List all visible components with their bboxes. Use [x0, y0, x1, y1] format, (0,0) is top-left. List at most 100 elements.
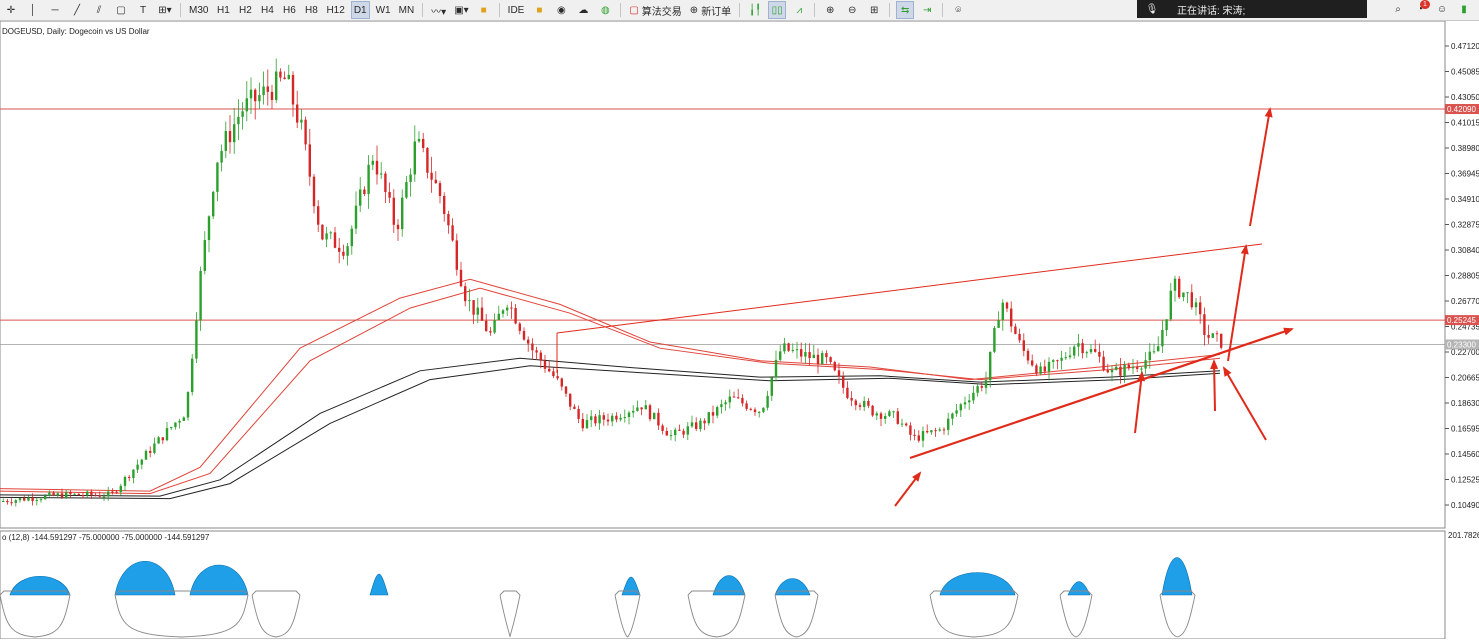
candle-body	[1178, 278, 1181, 298]
candle-body	[648, 405, 652, 420]
rectangle-icon[interactable]: ▢	[112, 1, 130, 19]
timeframe-mn[interactable]: MN	[397, 1, 417, 19]
candle-body	[749, 408, 752, 410]
support-touch-arrow[interactable]	[1210, 359, 1219, 412]
timeframe-w1[interactable]: W1	[374, 1, 393, 19]
candle-body	[833, 362, 836, 371]
candle-body	[23, 498, 26, 501]
candle-body	[249, 89, 253, 99]
candle-body	[283, 77, 286, 80]
candle-body	[1110, 369, 1114, 373]
candle-body	[674, 429, 677, 436]
chart-window[interactable]: DOGEUSD, Daily: Dogecoin vs US Dollar 0.…	[0, 20, 1479, 640]
timeframe-h6[interactable]: H6	[280, 1, 298, 19]
cloud-icon[interactable]: ☁	[574, 1, 592, 19]
candle-body	[594, 416, 597, 424]
trendline-icon[interactable]: ╱	[68, 1, 86, 19]
templates-menu-icon[interactable]: ▣▾	[452, 1, 470, 19]
candle-body	[312, 176, 316, 207]
indicators-menu-icon[interactable]: 〰▾	[429, 1, 448, 19]
zoom-out-icon[interactable]: ⊖	[843, 1, 861, 19]
timeframe-h2[interactable]: H2	[236, 1, 254, 19]
zoom-in-icon[interactable]: ⊕	[821, 1, 839, 19]
timeframe-h1[interactable]: H1	[214, 1, 232, 19]
screenshot-icon[interactable]: ⌾	[949, 1, 967, 19]
timeframe-m30[interactable]: M30	[187, 1, 210, 19]
text-tool-icon[interactable]: T	[134, 1, 152, 19]
candle-body	[73, 493, 76, 495]
price-tick-label: 0.10490	[1451, 501, 1479, 510]
candle-body	[611, 415, 614, 422]
candle-body	[342, 251, 345, 256]
quotes-icon[interactable]: ▮	[1455, 1, 1473, 19]
candle-body	[707, 412, 710, 424]
timeframe-h12[interactable]: H12	[324, 1, 346, 19]
vertical-line-icon[interactable]: │	[24, 1, 42, 19]
candle-body	[413, 141, 416, 175]
tile-windows-icon[interactable]: ⊞	[865, 1, 883, 19]
ide-button[interactable]: IDE	[506, 1, 527, 19]
candle-body	[1169, 290, 1172, 320]
candle-body	[1085, 352, 1088, 354]
candle-body	[464, 286, 467, 302]
community-icon[interactable]: ◍	[596, 1, 614, 19]
signals-icon[interactable]: ■	[530, 1, 548, 19]
candle-body	[942, 429, 946, 431]
new-order-button[interactable]: ⊕ 新订单	[688, 1, 733, 19]
crosshair-icon[interactable]: ✛	[2, 1, 20, 19]
market-icon[interactable]: ■	[475, 1, 493, 19]
candle-body	[375, 160, 379, 175]
price-tick-label: 0.36945	[1451, 170, 1479, 179]
timeframe-h4[interactable]: H4	[258, 1, 276, 19]
candle-body	[758, 411, 761, 413]
candle-body	[224, 130, 227, 151]
candle-body	[1014, 326, 1017, 334]
algo-trading-button[interactable]: ▢ 算法交易	[627, 1, 683, 19]
candlestick-chart-icon[interactable]: ▯▯	[768, 1, 787, 19]
vps-icon[interactable]: ◉	[552, 1, 570, 19]
candle-body	[354, 205, 358, 229]
candle-body	[892, 411, 895, 413]
price-chart[interactable]: DOGEUSD, Daily: Dogecoin vs US Dollar 0.…	[0, 20, 1479, 640]
candle-body	[753, 409, 757, 413]
candle-body	[69, 492, 72, 495]
candle-body	[174, 422, 177, 428]
bar-chart-icon[interactable]: ╽╿	[746, 1, 764, 19]
candle-body	[296, 104, 299, 123]
candle-body	[472, 300, 475, 315]
shapes-menu-icon[interactable]: ⊞▾	[156, 1, 174, 19]
candle-body	[602, 415, 605, 420]
candle-body	[779, 351, 782, 360]
autoscroll-icon[interactable]: ⇆	[896, 1, 915, 19]
candle-body	[254, 89, 257, 102]
notifications-button[interactable]: ◔ 1	[1411, 0, 1430, 19]
candle-body	[161, 437, 164, 441]
candle-body	[909, 425, 912, 435]
candle-body	[291, 74, 295, 105]
candle-body	[506, 307, 509, 311]
timeframe-d1[interactable]: D1	[350, 1, 370, 19]
candle-body	[35, 500, 38, 502]
candle-body	[518, 323, 521, 331]
candle-body	[842, 376, 845, 388]
line-chart-icon[interactable]: ⩘	[790, 1, 808, 19]
candle-body	[279, 71, 282, 78]
candle-body	[867, 401, 870, 406]
horizontal-line-icon[interactable]: ─	[46, 1, 64, 19]
candle-body	[976, 386, 979, 393]
search-icon[interactable]: ⌕	[1389, 1, 1407, 19]
candle-body	[149, 450, 152, 453]
timeframe-h8[interactable]: H8	[302, 1, 320, 19]
candle-body	[636, 407, 639, 411]
candle-body	[1022, 340, 1025, 351]
candle	[653, 412, 656, 420]
channel-icon[interactable]: ⫽	[90, 1, 108, 19]
candle-body	[245, 98, 248, 112]
user-profile-icon[interactable]: ☺	[1433, 1, 1451, 19]
candle-body	[888, 411, 891, 416]
candle	[212, 190, 215, 220]
candle-body	[81, 495, 85, 497]
candle-body	[228, 130, 232, 143]
candle-body	[581, 418, 584, 429]
chart-shift-icon[interactable]: ⇥	[918, 1, 936, 19]
